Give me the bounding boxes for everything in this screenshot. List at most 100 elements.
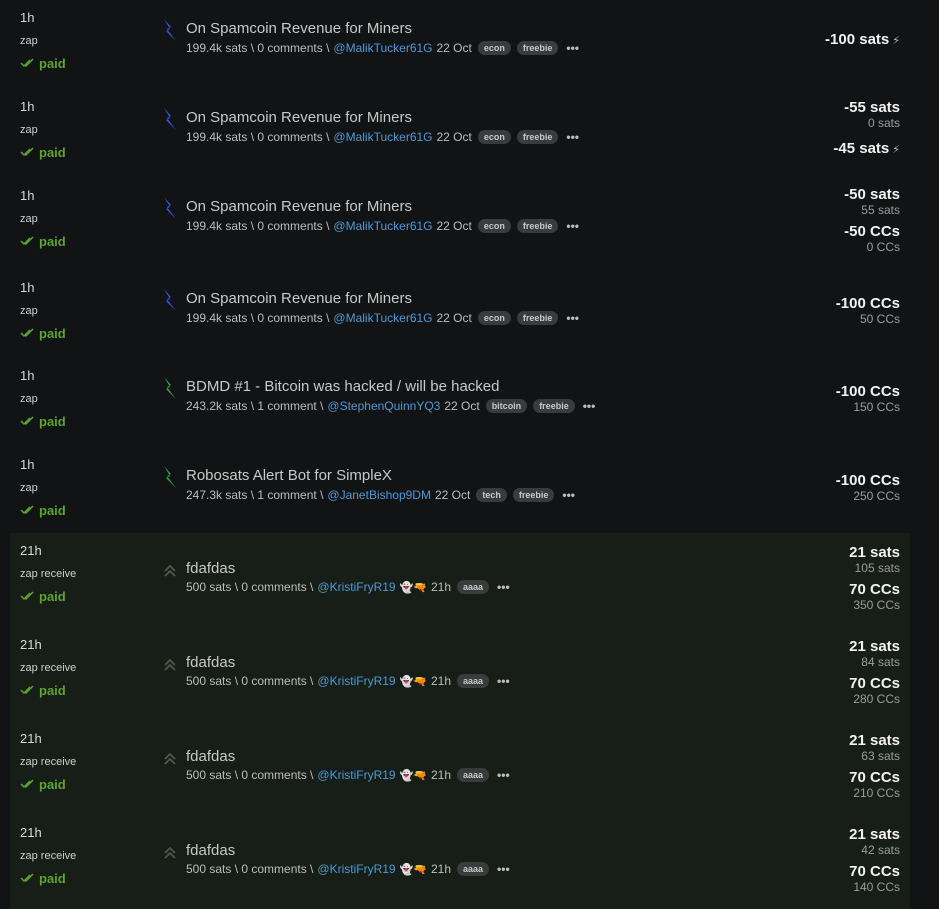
item-tag[interactable]: aaaa — [457, 580, 490, 594]
transaction-row[interactable]: 21h zap receive paid fdafdas 500 sats \ 0 co… — [10, 721, 910, 815]
item-author-link[interactable]: @KristiFryR19 — [317, 768, 395, 782]
amount-value: 350 CCs — [853, 598, 900, 612]
transaction-row[interactable]: 21h zap receive paid fdafdas 500 sats \ 0 co… — [10, 627, 910, 721]
double-check-icon — [20, 871, 34, 886]
item-tag[interactable]: aaaa — [457, 674, 490, 688]
transaction-row[interactable]: 1h zap paid On Spamcoin Revenue for Miners 1… — [10, 0, 910, 89]
item-author-link[interactable]: @MalikTucker61G — [333, 130, 432, 144]
lightning-blue-icon — [158, 107, 182, 131]
more-options-icon[interactable]: ••• — [497, 768, 510, 782]
more-options-icon[interactable]: ••• — [497, 580, 510, 594]
item-author-link[interactable]: @KristiFryR19 — [317, 674, 395, 688]
transaction-type: zap receive — [20, 756, 77, 768]
transaction-type: zap — [20, 305, 38, 317]
amount-value: -50 sats — [844, 186, 900, 203]
transaction-row[interactable]: 1h zap paid On Spamcoin Revenue for Miners 1… — [10, 89, 910, 178]
item-title-link[interactable]: On Spamcoin Revenue for Miners — [186, 20, 412, 37]
item-title-link[interactable]: On Spamcoin Revenue for Miners — [186, 109, 412, 126]
item-tag[interactable]: econ — [477, 130, 511, 144]
item-info: 500 sats \ 0 comments \ @KristiFryR19 👻🔫 21… — [186, 768, 510, 782]
amount-small: 84 sats — [861, 655, 900, 669]
transaction-time: 1h — [20, 368, 35, 383]
more-options-icon[interactable]: ••• — [566, 219, 579, 233]
amount-value: 55 sats — [861, 203, 900, 217]
amount-big: -50 sats — [844, 186, 900, 203]
item-tag[interactable]: econ — [477, 311, 511, 325]
amount-big: -100 CCs — [836, 295, 900, 312]
item-date: 22 Oct — [444, 399, 480, 413]
more-options-icon[interactable]: ••• — [566, 311, 579, 325]
amount-value: -45 sats — [833, 140, 890, 157]
item-title-link[interactable]: On Spamcoin Revenue for Miners — [186, 290, 412, 307]
item-info: 247.3k sats \ 1 comment \ @JanetBishop9DM… — [186, 488, 575, 502]
item-title-link[interactable]: fdafdas — [186, 654, 235, 671]
item-tag[interactable]: freebie — [516, 41, 559, 55]
item-tag[interactable]: freebie — [516, 311, 559, 325]
double-check-icon — [20, 503, 34, 518]
item-title-link[interactable]: Robosats Alert Bot for SimpleX — [186, 467, 392, 484]
transaction-time: 1h — [20, 188, 35, 203]
transaction-type: zap — [20, 35, 38, 47]
more-options-icon[interactable]: ••• — [566, 130, 579, 144]
double-chevron-up-icon — [158, 841, 182, 865]
item-title-link[interactable]: fdafdas — [186, 842, 235, 859]
transaction-row[interactable]: 1h zap paid Robosats Alert Bot for SimpleX 2… — [10, 447, 910, 533]
item-title-link[interactable]: fdafdas — [186, 748, 235, 765]
item-tag[interactable]: freebie — [533, 399, 575, 413]
lightning-blue-icon — [158, 288, 182, 312]
item-author-link[interactable]: @JanetBishop9DM — [327, 488, 431, 502]
item-title-link[interactable]: On Spamcoin Revenue for Miners — [186, 198, 412, 215]
item-stats: 500 sats \ 0 comments \ — [186, 768, 314, 782]
bolt-icon: ⚡ — [892, 35, 900, 47]
transaction-row[interactable]: 21h zap receive paid fdafdas 500 sats \ 0 co… — [10, 533, 910, 627]
amount-value: 0 CCs — [866, 240, 900, 254]
more-options-icon[interactable]: ••• — [497, 674, 510, 688]
transaction-row[interactable]: 21h zap receive paid fdafdas 500 sats \ 0 co… — [10, 815, 910, 909]
more-options-icon[interactable]: ••• — [497, 862, 510, 876]
item-tag[interactable]: econ — [477, 219, 511, 233]
amount-value: -100 CCs — [835, 472, 900, 489]
amount-small: 210 CCs — [853, 786, 900, 800]
more-options-icon[interactable]: ••• — [562, 488, 575, 502]
item-tag[interactable]: aaaa — [457, 768, 490, 782]
status-label: paid — [39, 503, 66, 518]
double-chevron-up-icon — [158, 653, 182, 677]
item-tag[interactable]: tech — [476, 488, 507, 502]
more-options-icon[interactable]: ••• — [566, 41, 579, 55]
item-title-link[interactable]: fdafdas — [186, 560, 235, 577]
item-author-link[interactable]: @MalikTucker61G — [333, 41, 432, 55]
item-stats: 199.4k sats \ 0 comments \ — [186, 41, 330, 55]
amount-small: 0 sats — [868, 116, 900, 130]
item-tag[interactable]: freebie — [516, 130, 559, 144]
amount-value: -50 CCs — [844, 223, 900, 240]
item-info: 243.2k sats \ 1 comment \ @StephenQuinnYQ… — [186, 399, 595, 413]
item-tag[interactable]: econ — [477, 41, 511, 55]
amount-big: 70 CCs — [849, 581, 900, 598]
item-author-link[interactable]: @KristiFryR19 — [317, 580, 395, 594]
transaction-row[interactable]: 1h zap paid BDMD #1 - Bitcoin was hacked / … — [10, 358, 910, 447]
status-label: paid — [39, 326, 66, 341]
item-date: 22 Oct — [436, 219, 472, 233]
item-author-link[interactable]: @MalikTucker61G — [333, 219, 432, 233]
item-tag[interactable]: bitcoin — [485, 399, 528, 413]
more-options-icon[interactable]: ••• — [583, 399, 596, 413]
amount-value: 280 CCs — [853, 692, 900, 706]
transaction-row[interactable]: 1h zap paid On Spamcoin Revenue for Miners 1… — [10, 270, 910, 358]
lightning-blue-icon — [158, 18, 182, 42]
item-tag[interactable]: freebie — [512, 488, 555, 502]
item-tag[interactable]: freebie — [516, 219, 559, 233]
item-author-link[interactable]: @StephenQuinnYQ3 — [327, 399, 440, 413]
double-check-icon — [20, 777, 34, 792]
amount-value: 21 sats — [849, 544, 900, 561]
item-author-link[interactable]: @MalikTucker61G — [333, 311, 432, 325]
item-title-link[interactable]: BDMD #1 - Bitcoin was hacked / will be h… — [186, 378, 499, 395]
amount-small: 42 sats — [861, 843, 900, 857]
amount-value: 63 sats — [861, 749, 900, 763]
transaction-row[interactable]: 1h zap paid On Spamcoin Revenue for Miners 1… — [10, 178, 910, 270]
amount-value: 70 CCs — [849, 863, 900, 880]
transaction-type: zap — [20, 124, 38, 136]
item-stats: 500 sats \ 0 comments \ — [186, 862, 314, 876]
item-tag[interactable]: aaaa — [457, 862, 490, 876]
amount-value: 250 CCs — [853, 489, 900, 503]
item-author-link[interactable]: @KristiFryR19 — [317, 862, 395, 876]
